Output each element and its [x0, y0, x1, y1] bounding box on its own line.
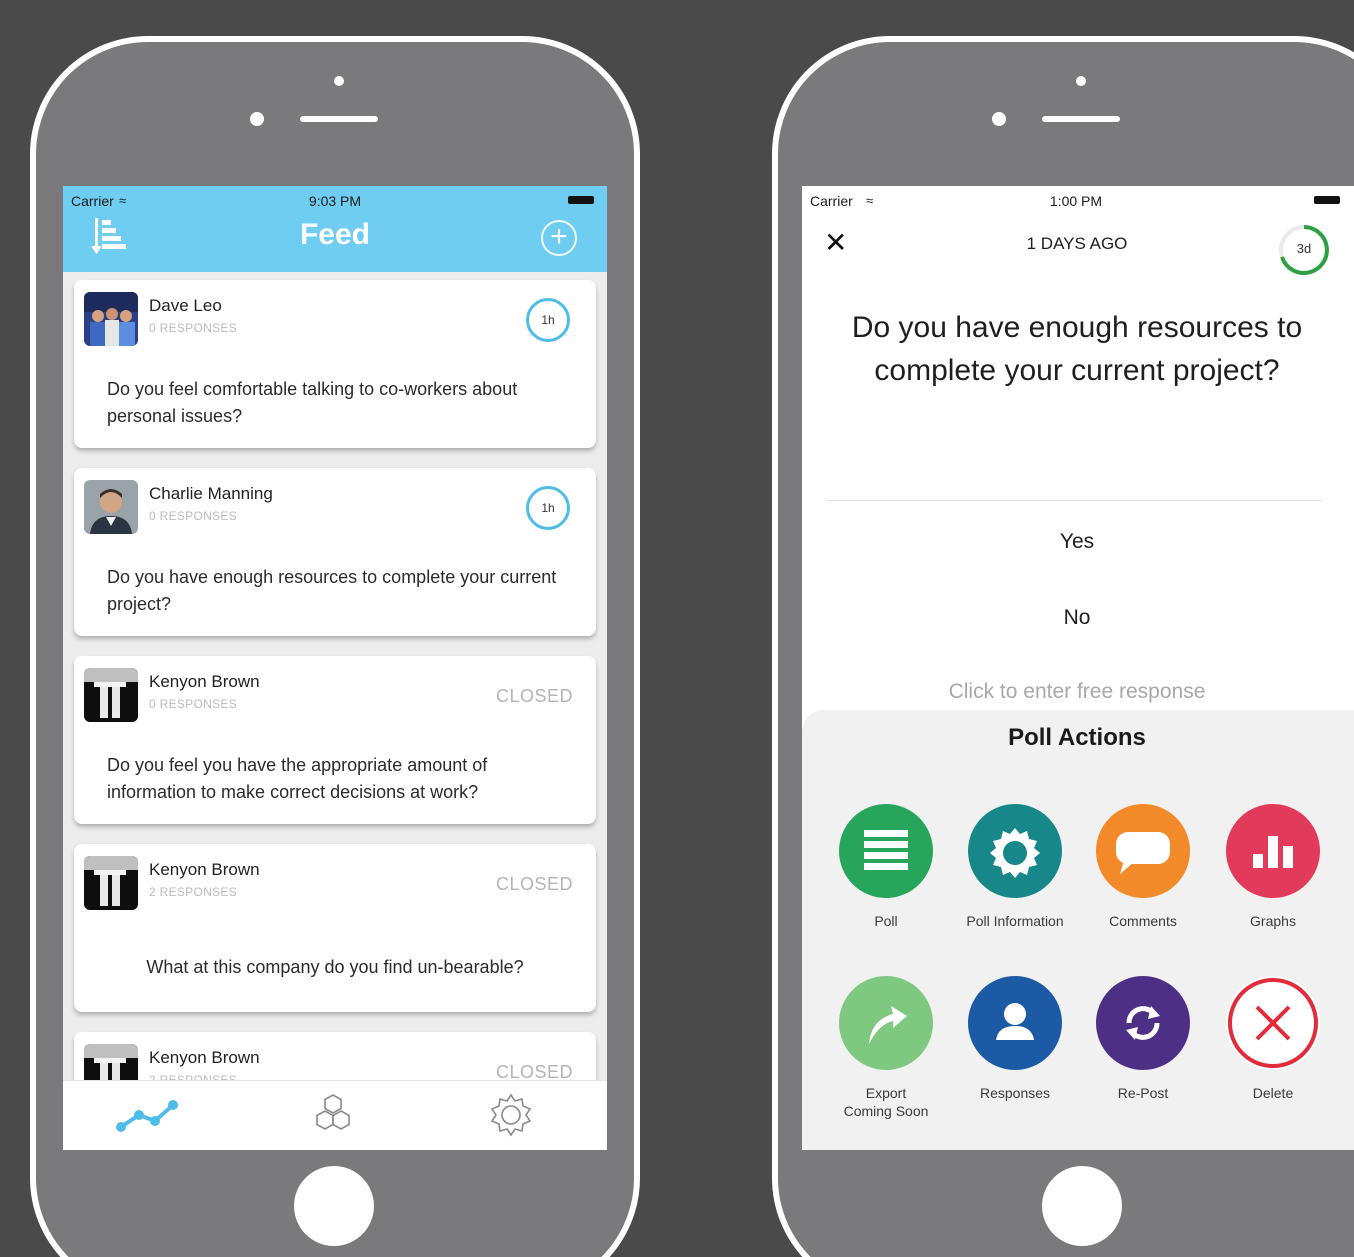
- response-count: 0 RESPONSES: [149, 509, 237, 523]
- poll-question: What at this company do you find un-bear…: [146, 957, 524, 977]
- posted-age: 1 DAYS AGO: [1026, 234, 1128, 253]
- poll-question: Do you feel comfortable talking to co-wo…: [107, 379, 518, 426]
- response-count: 2 RESPONSES: [149, 885, 237, 899]
- action-label: Re-Post: [1117, 1085, 1169, 1101]
- list-icon: [839, 804, 933, 898]
- phone-camera: [334, 76, 344, 86]
- feed-screen: Carrier ≈ 9:03 PM Feed + Dave Leo 0 RESP…: [63, 186, 607, 1150]
- action-label: Responses: [979, 1085, 1051, 1101]
- comment-icon: [1096, 804, 1190, 898]
- phone-sensor: [250, 112, 264, 126]
- avatar: [84, 668, 138, 722]
- response-count: 0 RESPONSES: [149, 321, 237, 335]
- status-time: 9:03 PM: [308, 193, 362, 209]
- author-name: Dave Leo: [149, 296, 222, 315]
- wifi-icon: ≈: [119, 193, 127, 208]
- action-label: Comments: [1109, 913, 1177, 929]
- response-count: 0 RESPONSES: [149, 697, 237, 711]
- phone-feed: Carrier ≈ 9:03 PM Feed + Dave Leo 0 RESP…: [30, 36, 640, 1257]
- option-no[interactable]: No: [802, 606, 1352, 630]
- page-title: Feed: [299, 218, 371, 251]
- avatar: [84, 292, 138, 346]
- divider: [826, 500, 1322, 501]
- sheet-title: Poll Actions: [1008, 724, 1146, 751]
- countdown-label: 3d: [1296, 241, 1312, 256]
- poll-question: Do you feel you have the appropriate amo…: [107, 755, 488, 802]
- timer-badge: 1h: [526, 486, 570, 530]
- option-yes[interactable]: Yes: [802, 530, 1352, 554]
- avatar: [84, 856, 138, 910]
- poll-screen: Carrier ≈ 1:00 PM ✕ 1 DAYS AGO 3d Do you…: [802, 186, 1354, 1150]
- feed-card[interactable]: Dave Leo 0 RESPONSES 1h Do you feel comf…: [74, 280, 596, 448]
- person-icon: [968, 976, 1062, 1070]
- status-time: 1:00 PM: [1049, 193, 1103, 209]
- battery-icon: [568, 196, 594, 204]
- activity-icon[interactable]: [115, 1095, 181, 1135]
- feed-card[interactable]: Kenyon Brown 0 RESPONSES CLOSED Do you f…: [74, 656, 596, 824]
- poll-question: Do you have enough resources to complete…: [851, 311, 1303, 387]
- gear-icon[interactable]: [487, 1091, 535, 1139]
- tab-bar: [63, 1080, 607, 1150]
- close-circle-icon: [1226, 976, 1320, 1070]
- wifi-icon: ≈: [866, 193, 874, 208]
- add-poll-icon[interactable]: +: [541, 220, 577, 256]
- phone-speaker: [1042, 116, 1120, 122]
- poll-actions-sheet: Poll Actions Poll Poll Information Comme…: [802, 710, 1354, 1150]
- phone-sensor: [992, 112, 1006, 126]
- feed-header: Carrier ≈ 9:03 PM Feed +: [63, 186, 607, 272]
- refresh-icon: [1096, 976, 1190, 1070]
- hexagons-icon[interactable]: [309, 1091, 357, 1139]
- author-name: Kenyon Brown: [149, 1048, 260, 1067]
- timer-badge: 1h: [526, 298, 570, 342]
- home-button[interactable]: [294, 1166, 374, 1246]
- avatar: [84, 480, 138, 534]
- action-label: Poll: [874, 913, 898, 929]
- gear-icon: [968, 804, 1062, 898]
- phone-camera: [1076, 76, 1086, 86]
- carrier-label: Carrier: [71, 193, 114, 209]
- bar-chart-icon: [1226, 804, 1320, 898]
- action-label: Delete: [1252, 1085, 1294, 1101]
- closed-status: CLOSED: [496, 874, 574, 894]
- phone-poll: Carrier ≈ 1:00 PM ✕ 1 DAYS AGO 3d Do you…: [772, 36, 1354, 1257]
- phone-speaker: [300, 116, 378, 122]
- share-arrow-icon: [839, 976, 933, 1070]
- carrier-label: Carrier: [810, 193, 853, 209]
- action-label: Export Coming Soon: [843, 1085, 929, 1119]
- closed-status: CLOSED: [496, 686, 574, 706]
- action-label: Poll Information: [966, 913, 1064, 929]
- home-button[interactable]: [1042, 1166, 1122, 1246]
- free-response-input[interactable]: Click to enter free response: [802, 680, 1352, 704]
- poll-question: Do you have enough resources to complete…: [107, 567, 557, 614]
- author-name: Charlie Manning: [149, 484, 273, 503]
- feed-card[interactable]: Charlie Manning 0 RESPONSES 1h Do you ha…: [74, 468, 596, 636]
- countdown-timer: 3d: [1276, 222, 1332, 278]
- feed-card[interactable]: Kenyon Brown 2 RESPONSES CLOSED What at …: [74, 844, 596, 1012]
- author-name: Kenyon Brown: [149, 672, 260, 691]
- author-name: Kenyon Brown: [149, 860, 260, 879]
- action-label: Graphs: [1250, 913, 1296, 929]
- battery-icon: [1314, 196, 1340, 204]
